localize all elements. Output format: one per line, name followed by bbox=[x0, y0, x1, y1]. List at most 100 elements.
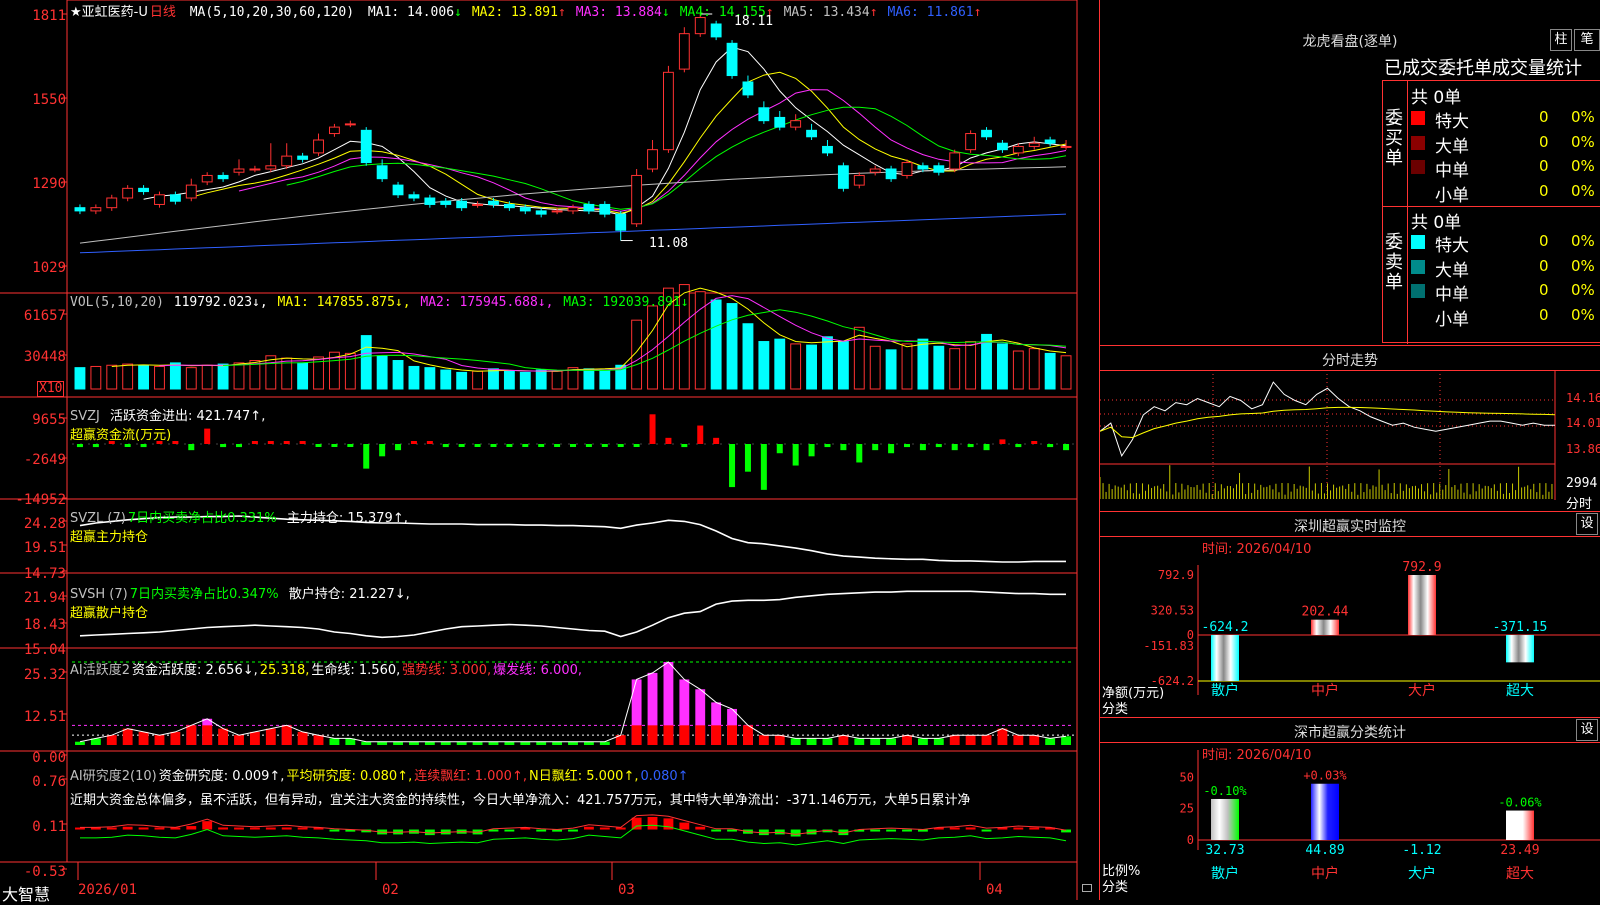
order-type-label: 特大 bbox=[1435, 236, 1469, 256]
volume-bar bbox=[885, 349, 897, 390]
y-label: 1290 bbox=[32, 176, 66, 192]
svzj-bar bbox=[474, 444, 481, 447]
activity-bar bbox=[138, 731, 149, 745]
candle-body bbox=[869, 168, 881, 173]
candle bbox=[599, 201, 611, 218]
ai1-t1: 资金活跃度: 2.656↓, bbox=[132, 663, 258, 678]
activity-bar bbox=[870, 738, 881, 745]
candle-body bbox=[965, 133, 977, 151]
candle-body bbox=[949, 152, 961, 170]
stock-title[interactable]: ★亚虹医药-U bbox=[70, 5, 148, 20]
research-bar bbox=[186, 826, 197, 830]
activity-bar bbox=[1061, 736, 1071, 745]
order-percent: 0% bbox=[1571, 132, 1595, 151]
candle bbox=[154, 191, 165, 208]
candle-body bbox=[790, 120, 802, 128]
vol-label: VOL(5,10,20) bbox=[70, 295, 164, 310]
candle-body bbox=[297, 155, 309, 160]
activity-bar bbox=[822, 738, 833, 745]
ai2-t1: 资金研究度: 0.009↑, bbox=[158, 769, 285, 784]
volume-bar bbox=[901, 343, 913, 390]
activity-bar-base bbox=[647, 725, 658, 745]
pen-view-button[interactable]: 笔 bbox=[1574, 29, 1600, 51]
sc-settings-button[interactable]: 设 bbox=[1576, 719, 1598, 741]
research-bar bbox=[631, 817, 642, 830]
order-row: 特大 0 0% bbox=[1411, 231, 1600, 256]
sz-bar bbox=[1211, 635, 1239, 681]
svzj-bar bbox=[76, 444, 83, 448]
ma120-line bbox=[79, 213, 1067, 254]
period-label[interactable]: 日线 bbox=[150, 5, 176, 20]
candle-body bbox=[647, 149, 658, 170]
svzl-subtitle: 超赢主力持仓 bbox=[70, 530, 149, 545]
order-color-swatch bbox=[1411, 284, 1425, 298]
ai2-t3: 连续飘红: 1.000↑, bbox=[414, 769, 527, 784]
svzj-bar bbox=[283, 441, 290, 444]
order-type-label: 中单 bbox=[1435, 161, 1469, 181]
volume-bar bbox=[917, 338, 929, 390]
sc-y-label: 50 bbox=[1180, 770, 1194, 784]
candle-body bbox=[233, 168, 245, 173]
buy-total: 共 0单 bbox=[1411, 88, 1462, 108]
volume-bar bbox=[742, 323, 754, 390]
vol-ma1: MA1: 147855.875↓, bbox=[277, 295, 411, 310]
activity-bar bbox=[854, 738, 865, 745]
order-count: 0 bbox=[1539, 108, 1549, 126]
sell-total: 共 0单 bbox=[1411, 213, 1462, 233]
research-bar bbox=[583, 826, 594, 830]
candle-body bbox=[376, 165, 388, 180]
svzj-bar bbox=[904, 444, 910, 448]
volume-bar bbox=[122, 363, 134, 390]
order-percent: 0% bbox=[1571, 305, 1595, 324]
research-bar bbox=[281, 827, 292, 830]
research-bar bbox=[790, 829, 801, 837]
lhb-tabs[interactable]: 已成交委托单成交量统计 bbox=[1384, 54, 1582, 80]
sc-bar-chart[interactable]: 75 50 25 0 -0.10% 32.73 散户 +0.03% 44.89 中户 -1.12 大户… bbox=[1100, 750, 1600, 900]
candle bbox=[360, 127, 372, 166]
sc-category-label: 中户 bbox=[1311, 865, 1339, 882]
activity-bar bbox=[949, 735, 960, 745]
activity-bar bbox=[774, 735, 785, 745]
ma30-line bbox=[286, 106, 1067, 210]
ma-values: MA1: 14.006↓ MA2: 13.891↑ MA3: 13.884↓ MA4:… bbox=[368, 5, 992, 20]
svzj-bar bbox=[760, 444, 767, 490]
ai2-label: AI研究度2(10) bbox=[70, 769, 157, 784]
order-row: 中单 0 0% bbox=[1411, 156, 1600, 181]
sz-settings-button[interactable]: 设 bbox=[1576, 513, 1598, 535]
volume-bar bbox=[519, 371, 531, 390]
vol-ma2: MA2: 175945.688↓, bbox=[420, 295, 554, 310]
sc-bar-value: 44.89 bbox=[1305, 843, 1344, 858]
svzj-bar bbox=[347, 444, 354, 447]
candle bbox=[965, 130, 977, 153]
intraday-chart[interactable] bbox=[1100, 370, 1600, 510]
svzj-text: 活跃资金进出: 421.747↑, bbox=[110, 409, 266, 424]
candle-body bbox=[551, 210, 563, 213]
candle-body bbox=[313, 139, 324, 154]
candle-body bbox=[440, 200, 452, 205]
intraday-vol-max: 2994 bbox=[1566, 476, 1598, 491]
candle-body bbox=[885, 168, 897, 180]
candle-body bbox=[535, 210, 547, 215]
candle bbox=[217, 172, 229, 182]
candle bbox=[249, 165, 261, 173]
svzj-bar bbox=[522, 444, 529, 447]
candle bbox=[74, 204, 86, 215]
column-view-button[interactable]: 柱 bbox=[1550, 29, 1572, 51]
sz-bar-chart[interactable]: 792.9320.530-151.83-624.2-624.2散户202.44中… bbox=[1100, 555, 1600, 715]
svzj-bar bbox=[919, 444, 926, 451]
candle bbox=[535, 207, 547, 218]
y-label: 15.04 bbox=[23, 642, 66, 658]
order-color-swatch bbox=[1411, 111, 1425, 125]
research-bar bbox=[981, 829, 992, 832]
candle-body bbox=[822, 145, 833, 154]
order-percent: 0% bbox=[1571, 108, 1595, 126]
lock-icon[interactable] bbox=[1082, 884, 1092, 892]
research-bar bbox=[297, 827, 308, 830]
volume-bar bbox=[488, 368, 499, 390]
candle bbox=[790, 114, 802, 131]
sc-title: 深市超赢分类统计 bbox=[1294, 725, 1406, 741]
research-bar bbox=[154, 827, 165, 830]
y-label: 24.28 bbox=[23, 516, 66, 532]
research-bar bbox=[599, 827, 610, 830]
volume-bar bbox=[185, 367, 197, 390]
